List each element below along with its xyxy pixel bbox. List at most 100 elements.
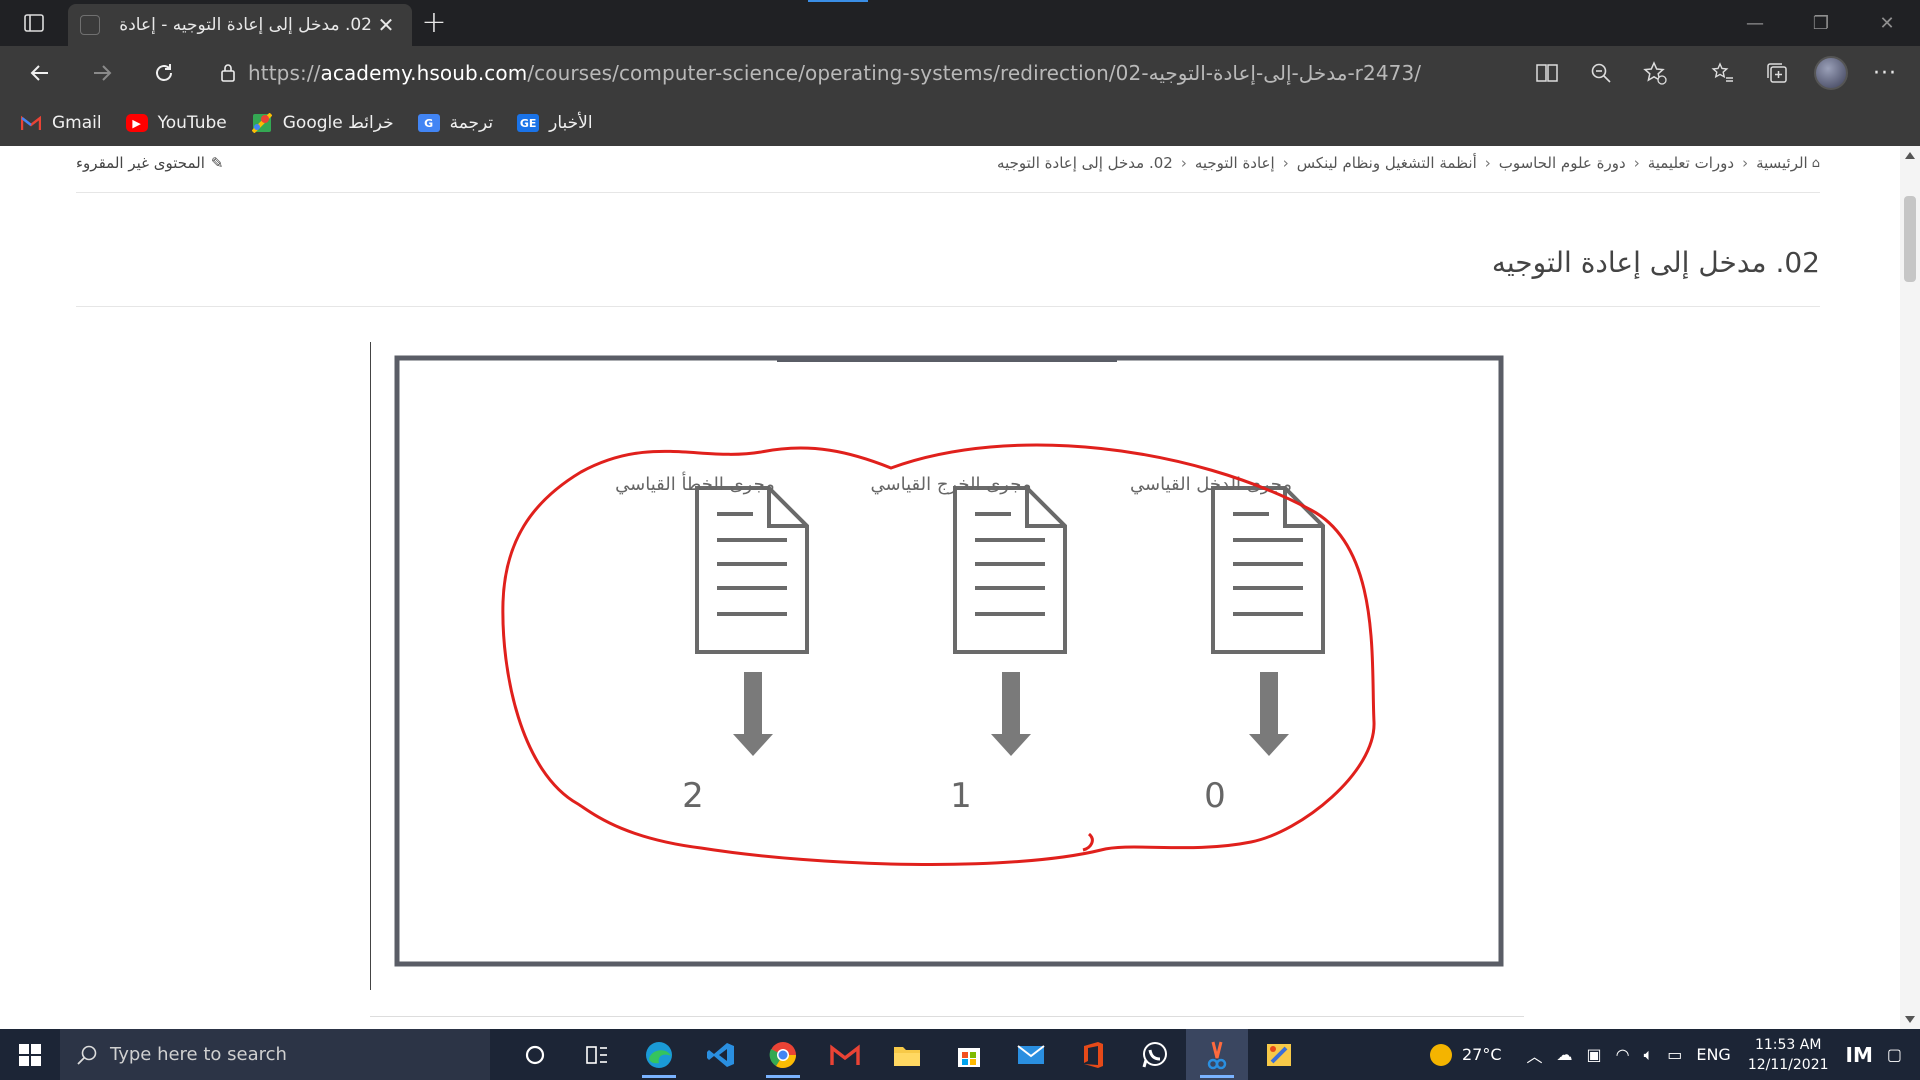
page-favicon-icon [80, 15, 100, 35]
store-icon [958, 1047, 980, 1067]
collections-button[interactable] [1750, 53, 1804, 93]
tab-actions-button[interactable] [10, 7, 58, 39]
cortana-button[interactable] [504, 1029, 566, 1080]
taskbar-search[interactable]: Type here to search [60, 1029, 490, 1080]
wifi-icon[interactable]: ◠ [1616, 1045, 1630, 1064]
gmail-icon [20, 114, 42, 132]
news-icon: GE [517, 114, 540, 132]
more-dots-icon: ··· [1873, 60, 1897, 86]
unread-label: المحتوى غير المقروء [76, 154, 205, 172]
volume-icon[interactable]: 🔈︎ [1644, 1045, 1654, 1065]
tab-close-icon[interactable]: ✕ [372, 13, 400, 37]
address-bar[interactable]: https://academy.hsoub.com/courses/comput… [208, 53, 1608, 93]
bookmark-gmail[interactable]: Gmail [20, 113, 102, 133]
pencil-icon: ✎ [210, 154, 224, 172]
page-scrollbar[interactable] [1900, 146, 1920, 1029]
tab-actions-icon [24, 14, 44, 32]
system-tray: 27°C ︿ ☁ ▣ ◠ 🔈︎ ▭ ENG 11:53 AM 12/11/2021… [1423, 1029, 1920, 1080]
scroll-down-icon[interactable] [1905, 1016, 1915, 1023]
breadcrumb: ⌂ الرئيسية ‹ دورات تعليمية ‹ دورة علوم الح… [997, 154, 1820, 172]
stream-2-number: 2 [682, 776, 704, 816]
forward-button[interactable] [82, 56, 122, 90]
breadcrumb-home[interactable]: الرئيسية [1756, 154, 1808, 172]
streams-diagram: مجرى الدخل القياسي مجرى الخرج القياسي مج… [394, 355, 1504, 967]
bookmark-translate[interactable]: G ترجمة [417, 113, 493, 133]
toolbar-right: ··· [1520, 53, 1920, 93]
search-icon [77, 1045, 97, 1065]
clock-date: 12/11/2021 [1747, 1056, 1829, 1073]
onedrive-icon[interactable]: ☁ [1557, 1045, 1573, 1064]
battery-icon[interactable]: ▭ [1667, 1045, 1682, 1064]
forward-arrow-icon [94, 65, 112, 81]
restore-button[interactable]: ❐ [1788, 0, 1854, 46]
close-window-button[interactable]: ✕ [1854, 0, 1920, 46]
edge-app[interactable] [628, 1029, 690, 1080]
bookmark-news[interactable]: GE الأخبار [517, 113, 593, 133]
page-content: ⌂ الرئيسية ‹ دورات تعليمية ‹ دورة علوم الح… [0, 146, 1920, 1029]
breadcrumb-redirection[interactable]: إعادة التوجيه [1195, 154, 1275, 172]
scroll-up-icon[interactable] [1905, 152, 1915, 159]
unread-content-link[interactable]: ✎ المحتوى غير المقروء [76, 154, 223, 172]
bookmark-maps[interactable]: Google خرائط [251, 113, 394, 133]
vscode-app[interactable] [690, 1029, 752, 1080]
profile-button[interactable] [1804, 53, 1858, 93]
minimize-button[interactable]: — [1722, 0, 1788, 46]
store-app[interactable] [938, 1029, 1000, 1080]
active-tab[interactable]: 02. مدخل إلى إعادة التوجيه - إعادة ✕ [68, 4, 412, 46]
office-icon [1084, 1041, 1103, 1068]
zoom-button[interactable] [1574, 53, 1628, 93]
mail-icon [1017, 1044, 1045, 1064]
bookmark-youtube[interactable]: ▶ YouTube [125, 113, 227, 133]
stream-1-number: 1 [950, 776, 972, 816]
notifications-icon[interactable]: ▢ [1887, 1045, 1902, 1064]
paint-icon [1267, 1043, 1291, 1066]
diagram-frame [394, 355, 1504, 967]
start-button[interactable] [0, 1029, 60, 1080]
maps-icon [251, 113, 273, 133]
url-text[interactable]: https://academy.hsoub.com/courses/comput… [248, 61, 1421, 85]
gmail-app[interactable] [814, 1029, 876, 1080]
windows-taskbar: Type here to search 27°C ︿ ☁ ▣ ◠ 🔈︎ ▭ EN… [0, 1029, 1920, 1080]
breadcrumb-cs-course[interactable]: دورة علوم الحاسوب [1499, 154, 1626, 172]
youtube-icon: ▶ [125, 114, 148, 132]
add-favorite-button[interactable] [1628, 53, 1682, 93]
frame-top-highlight [777, 356, 1117, 362]
settings-menu-button[interactable]: ··· [1858, 53, 1912, 93]
chevron-up-icon: ︿ [1526, 1046, 1543, 1066]
office-app[interactable] [1062, 1029, 1124, 1080]
file-explorer-app[interactable] [876, 1029, 938, 1080]
paint-app[interactable] [1248, 1029, 1310, 1080]
tab-accent-line [808, 0, 868, 2]
back-button[interactable] [20, 56, 60, 90]
clock[interactable]: 11:53 AM 12/11/2021 [1748, 1035, 1829, 1075]
mail-app[interactable] [1000, 1029, 1062, 1080]
immersive-reader-button[interactable] [1520, 53, 1574, 93]
breadcrumb-courses[interactable]: دورات تعليمية [1648, 154, 1734, 172]
show-hidden-icons-button[interactable]: ︿ [1527, 1043, 1543, 1067]
app-badge-icon[interactable]: IM [1846, 1043, 1873, 1067]
language-indicator[interactable]: ENG [1696, 1045, 1730, 1064]
chrome-app[interactable] [752, 1029, 814, 1080]
snip-app[interactable] [1186, 1029, 1248, 1080]
breadcrumb-os-linux[interactable]: أنظمة التشغيل ونظام لينكس [1297, 154, 1477, 172]
refresh-button[interactable] [144, 56, 184, 90]
scrollbar-thumb[interactable] [1904, 196, 1916, 282]
weather-widget[interactable]: 27°C [1429, 1043, 1502, 1066]
clock-time: 11:53 AM [1754, 1036, 1822, 1053]
whatsapp-app[interactable] [1124, 1029, 1186, 1080]
new-tab-button[interactable]: + [418, 8, 450, 40]
figure-bottom-rule [370, 1016, 1524, 1017]
weather-temp: 27°C [1461, 1045, 1502, 1064]
gmail-icon [830, 1044, 860, 1065]
stream-1-label: مجرى الخرج القياسي [871, 474, 1032, 495]
task-view-button[interactable] [566, 1029, 628, 1080]
page-title: 02. مدخل إلى إعادة التوجيه [1491, 246, 1820, 279]
chrome-icon [769, 1041, 797, 1068]
whatsapp-icon [1142, 1041, 1167, 1067]
meet-now-icon[interactable]: ▣ [1587, 1045, 1602, 1064]
lock-icon[interactable] [208, 63, 248, 83]
reader-icon [1536, 64, 1558, 82]
taskbar-apps [504, 1029, 1310, 1080]
divider [76, 306, 1820, 307]
favorites-button[interactable] [1696, 53, 1750, 93]
